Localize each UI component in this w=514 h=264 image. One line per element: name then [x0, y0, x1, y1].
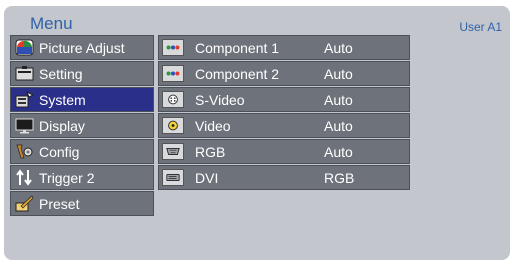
trigger-icon — [16, 169, 32, 186]
osd-screen: Menu User A1 Picture Adjust Setting Syst… — [0, 0, 514, 264]
source-value: Auto — [324, 144, 353, 160]
source-name: Component 2 — [195, 66, 280, 82]
menu-item-display[interactable]: Display — [10, 113, 154, 138]
source-name: S-Video — [195, 92, 245, 108]
menu-item-label: Config — [39, 144, 80, 160]
menu-item-setting[interactable]: Setting — [10, 61, 154, 86]
menu-item-label: System — [39, 92, 86, 108]
source-row-dvi[interactable]: DVI RGB — [158, 165, 410, 190]
source-value: RGB — [324, 170, 355, 186]
menu-item-label: Trigger 2 — [39, 170, 95, 186]
component-icon — [162, 39, 184, 56]
menu-item-preset[interactable]: Preset — [10, 191, 154, 216]
menu-item-trigger-2[interactable]: Trigger 2 — [10, 165, 154, 190]
menu-item-label: Setting — [39, 66, 83, 82]
source-value: Auto — [324, 40, 353, 56]
source-name: RGB — [195, 144, 226, 160]
source-row-s-video[interactable]: S-Video Auto — [158, 87, 410, 112]
source-name: Component 1 — [195, 40, 280, 56]
source-row-rgb[interactable]: RGB Auto — [158, 139, 410, 164]
component-icon — [162, 65, 184, 82]
system-icon — [15, 91, 34, 108]
svideo-icon — [162, 91, 184, 108]
picture-adjust-icon — [15, 39, 34, 56]
menu-item-config[interactable]: Config — [10, 139, 154, 164]
source-value: Auto — [324, 92, 353, 108]
menu-item-label: Picture Adjust — [39, 40, 125, 56]
source-name: DVI — [195, 170, 219, 186]
config-icon — [16, 144, 33, 159]
display-icon — [15, 118, 34, 134]
source-value: Auto — [324, 66, 353, 82]
source-list: Component 1 Auto Component 2 Auto S-Vide… — [158, 35, 410, 191]
dvi-icon — [162, 169, 184, 186]
source-row-video[interactable]: Video Auto — [158, 113, 410, 138]
source-row-component-1[interactable]: Component 1 Auto — [158, 35, 410, 60]
source-name: Video — [195, 118, 231, 134]
source-value: Auto — [324, 118, 353, 134]
preset-icon — [15, 195, 34, 212]
source-row-component-2[interactable]: Component 2 Auto — [158, 61, 410, 86]
menu-item-system[interactable]: System — [10, 87, 154, 112]
menu-item-picture-adjust[interactable]: Picture Adjust — [10, 35, 154, 60]
user-indicator: User A1 — [459, 20, 502, 34]
rgb-icon — [162, 143, 184, 160]
setting-icon — [15, 66, 34, 81]
menu-item-label: Display — [39, 118, 85, 134]
menu-item-label: Preset — [39, 196, 80, 212]
left-menu: Picture Adjust Setting System Display Co… — [10, 35, 154, 217]
menu-title: Menu — [30, 14, 73, 33]
video-icon — [162, 117, 184, 134]
